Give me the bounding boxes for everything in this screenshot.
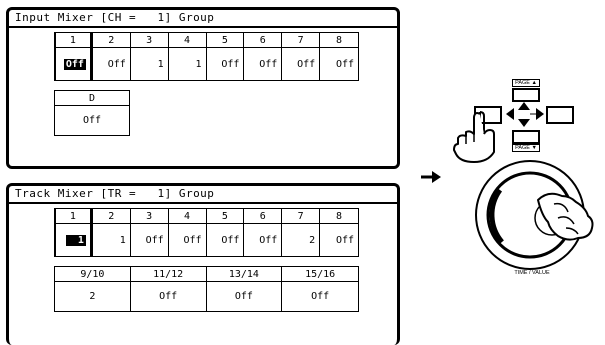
track-label: 1 <box>56 209 90 224</box>
track-7[interactable]: 7 2 <box>282 209 321 256</box>
track-mixer-title: Track Mixer [TR = 1] Group <box>9 186 397 204</box>
track-value[interactable]: 1 <box>93 224 130 256</box>
pair-label: 13/14 <box>206 267 282 282</box>
track-value[interactable]: 2 <box>282 224 319 256</box>
input-channel-5[interactable]: 5 Off <box>206 33 245 80</box>
track-label: 3 <box>130 209 168 224</box>
track-label: 2 <box>92 209 130 224</box>
channel-label: 4 <box>168 33 206 48</box>
channel-label: 8 <box>320 33 358 48</box>
track-5[interactable]: 5 Off <box>206 209 245 256</box>
track-2[interactable]: 2 1 <box>92 209 131 256</box>
track-pair-9-10[interactable]: 9/10 2 <box>55 267 131 311</box>
channel-value[interactable]: Off <box>63 58 86 70</box>
cursor-right-button[interactable] <box>546 106 574 124</box>
cursor-right-icon[interactable] <box>530 108 544 120</box>
track-pair-15-16[interactable]: 15/16 Off <box>282 267 358 311</box>
time-value-dial-icon[interactable] <box>462 160 602 276</box>
track-value[interactable]: 1 <box>65 234 86 246</box>
pair-value[interactable]: Off <box>282 282 358 311</box>
digital-value[interactable]: Off <box>55 106 129 135</box>
page-down-label: PAGE ▼ <box>512 144 540 152</box>
channel-value[interactable]: Off <box>282 48 319 80</box>
channel-label: 7 <box>282 33 320 48</box>
pair-label: 15/16 <box>282 267 358 282</box>
track-pair-grid: 9/10 2 11/12 Off 13/14 Off 15/16 Off <box>54 266 359 312</box>
channel-value[interactable]: Off <box>93 48 130 80</box>
dial-label: TIME / VALUE <box>514 270 550 276</box>
input-channel-4[interactable]: 4 1 <box>168 33 207 80</box>
pair-label: 11/12 <box>130 267 206 282</box>
channel-value[interactable]: Off <box>320 48 358 80</box>
digital-label: D <box>55 91 129 106</box>
pair-label: 9/10 <box>55 267 130 282</box>
cursor-left-icon[interactable] <box>506 108 518 120</box>
page-up-button[interactable]: PAGE ▲ <box>511 79 540 102</box>
transition-arrow-icon <box>421 171 441 183</box>
input-channel-grid: 1 Off 2 Off 3 1 4 1 5 Off 6 Off 7 Off 8 <box>54 32 359 81</box>
channel-label: 3 <box>130 33 168 48</box>
track-grid: 1 1 2 1 3 Off 4 Off 5 Off 6 Off 7 2 8 Of <box>54 208 359 257</box>
page-down-button[interactable]: PAGE ▼ <box>511 130 540 152</box>
cursor-up-icon[interactable] <box>518 102 530 110</box>
input-channel-7[interactable]: 7 Off <box>282 33 321 80</box>
track-label: 6 <box>244 209 282 224</box>
input-channel-2[interactable]: 2 Off <box>92 33 131 80</box>
input-channel-6[interactable]: 6 Off <box>244 33 283 80</box>
pressing-hand-icon <box>453 111 495 163</box>
track-mixer-screen: Track Mixer [TR = 1] Group 1 1 2 1 3 Off… <box>6 183 400 345</box>
track-label: 8 <box>320 209 358 224</box>
track-6[interactable]: 6 Off <box>244 209 283 256</box>
pair-value[interactable]: Off <box>207 282 282 311</box>
channel-label: 6 <box>244 33 282 48</box>
track-8[interactable]: 8 Off <box>320 209 358 256</box>
channel-label: 5 <box>206 33 244 48</box>
input-channel-3[interactable]: 3 1 <box>130 33 169 80</box>
cursor-down-icon[interactable] <box>518 119 530 127</box>
track-4[interactable]: 4 Off <box>168 209 207 256</box>
channel-label: 1 <box>56 33 90 48</box>
channel-value[interactable]: Off <box>244 48 281 80</box>
pair-value[interactable]: 2 <box>55 282 130 311</box>
track-value[interactable]: Off <box>320 224 358 256</box>
input-mixer-title: Input Mixer [CH = 1] Group <box>9 10 397 28</box>
track-value[interactable]: Off <box>207 224 244 256</box>
input-digital-box[interactable]: D Off <box>54 90 130 136</box>
page-up-label: PAGE ▲ <box>512 79 540 87</box>
pair-value[interactable]: Off <box>131 282 206 311</box>
track-value[interactable]: Off <box>244 224 281 256</box>
input-channel-8[interactable]: 8 Off <box>320 33 358 80</box>
track-label: 4 <box>168 209 206 224</box>
channel-value[interactable]: 1 <box>169 48 206 80</box>
input-mixer-screen: Input Mixer [CH = 1] Group 1 Off 2 Off 3… <box>6 7 400 169</box>
channel-label: 2 <box>92 33 130 48</box>
track-label: 7 <box>282 209 320 224</box>
track-label: 5 <box>206 209 244 224</box>
track-value[interactable]: Off <box>169 224 206 256</box>
track-pair-11-12[interactable]: 11/12 Off <box>130 267 207 311</box>
track-3[interactable]: 3 Off <box>130 209 169 256</box>
input-channel-1[interactable]: 1 Off <box>55 33 93 80</box>
track-value[interactable]: Off <box>131 224 168 256</box>
channel-value[interactable]: 1 <box>131 48 168 80</box>
track-1[interactable]: 1 1 <box>55 209 93 256</box>
channel-value[interactable]: Off <box>207 48 244 80</box>
track-pair-13-14[interactable]: 13/14 Off <box>206 267 283 311</box>
